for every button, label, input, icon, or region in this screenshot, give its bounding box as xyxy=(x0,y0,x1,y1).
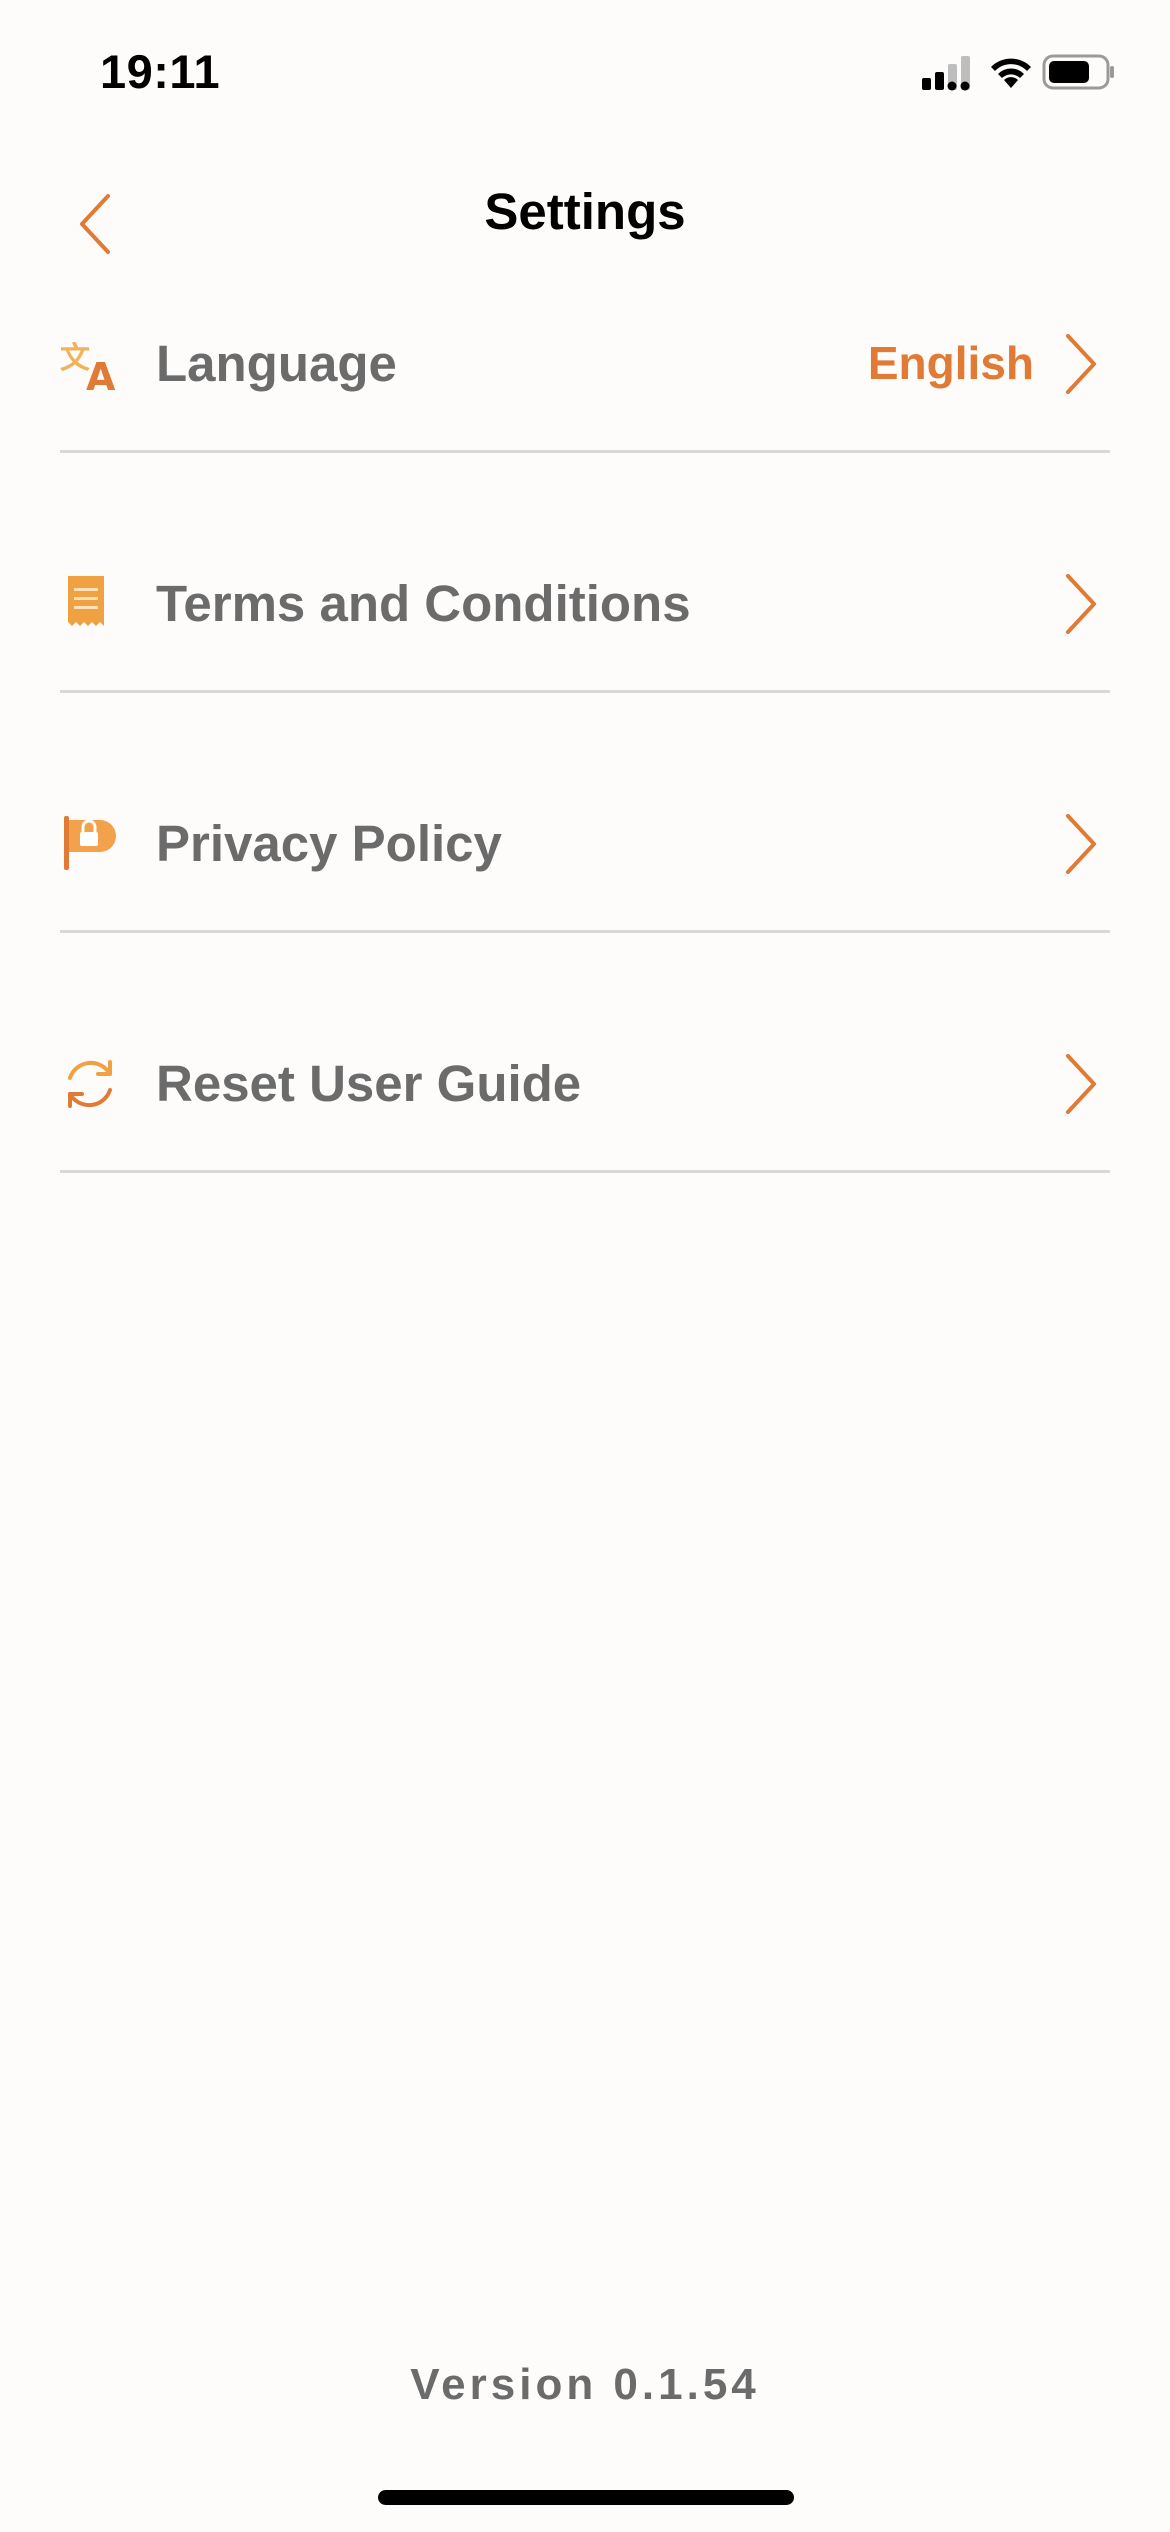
settings-item-privacy[interactable]: Privacy Policy xyxy=(60,760,1110,933)
navigation-bar: Settings xyxy=(0,160,1170,270)
cellular-signal-icon xyxy=(922,56,970,91)
settings-item-label: Privacy Policy xyxy=(156,815,502,872)
app-version: Version 0.1.54 xyxy=(410,2360,760,2409)
refresh-icon xyxy=(60,1054,120,1114)
translate-icon: 文 A xyxy=(60,340,120,400)
wifi-icon xyxy=(991,58,1031,88)
svg-text:A: A xyxy=(86,355,116,392)
chevron-right-icon xyxy=(1066,334,1096,394)
home-indicator[interactable] xyxy=(378,2490,794,2505)
settings-item-label: Reset User Guide xyxy=(156,1055,582,1112)
document-icon xyxy=(60,572,120,632)
chevron-right-icon xyxy=(1066,574,1096,634)
settings-item-language[interactable]: 文 A Language English xyxy=(60,280,1110,453)
settings-item-reset-guide[interactable]: Reset User Guide xyxy=(60,1000,1110,1173)
chevron-right-icon xyxy=(1066,1054,1096,1114)
settings-item-label: Language xyxy=(156,335,397,392)
language-value: English xyxy=(867,337,1034,389)
privacy-flag-icon xyxy=(60,812,120,872)
status-bar: 19:11 xyxy=(0,0,1170,140)
page-title: Settings xyxy=(484,183,686,240)
status-time: 19:11 xyxy=(100,45,221,98)
chevron-right-icon xyxy=(1066,814,1096,874)
settings-item-terms[interactable]: Terms and Conditions xyxy=(60,520,1110,693)
battery-icon xyxy=(1042,54,1114,90)
settings-item-label: Terms and Conditions xyxy=(156,575,691,632)
